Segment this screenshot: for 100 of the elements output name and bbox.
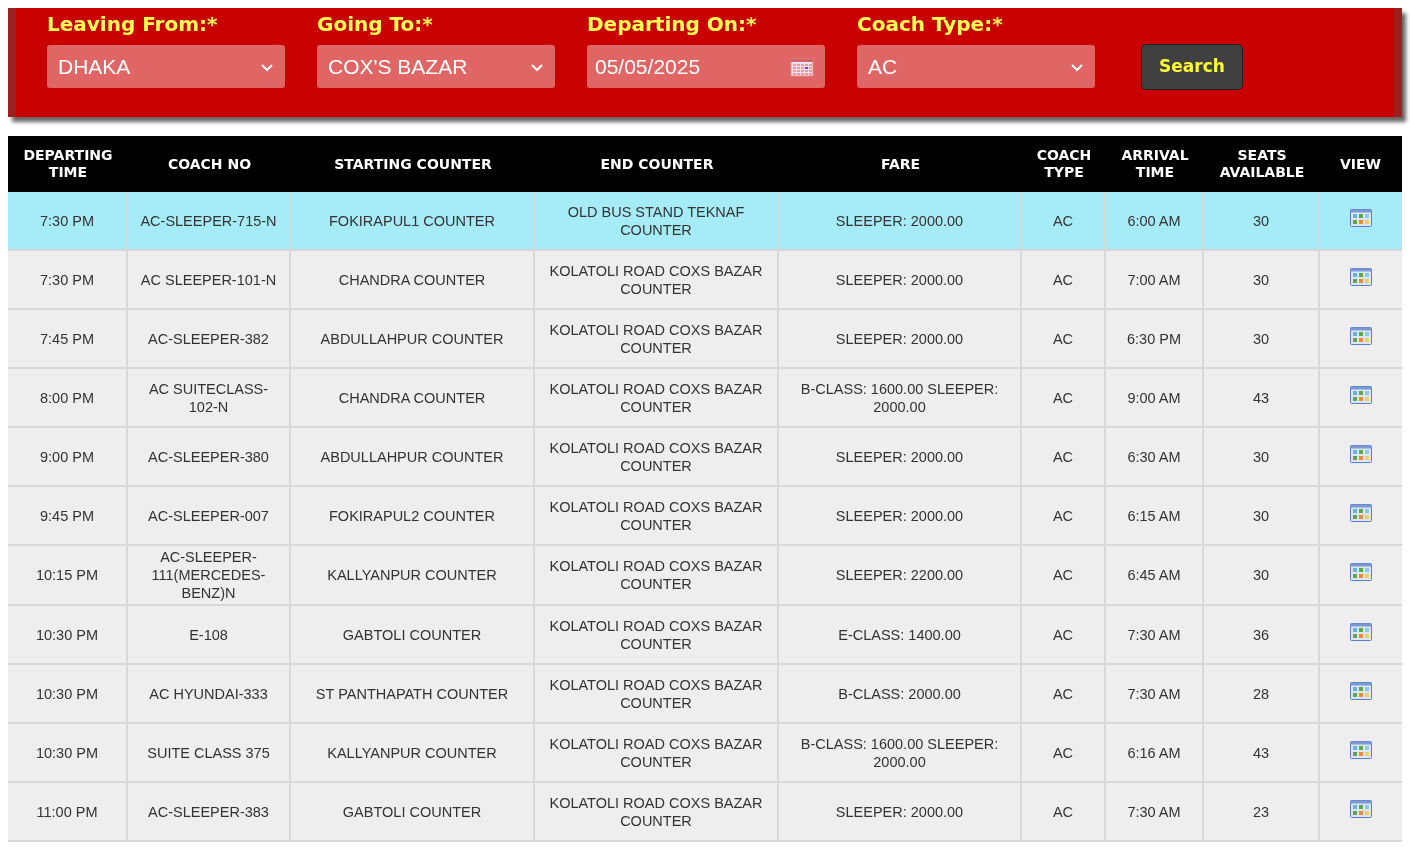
table-cell: 43	[1204, 724, 1320, 781]
table-cell: AC HYUNDAI-333	[128, 665, 291, 722]
table-cell: 6:15 AM	[1106, 487, 1204, 544]
table-cell: SLEEPER: 2200.00	[779, 546, 1022, 604]
table-cell: AC	[1022, 546, 1106, 604]
column-header: COACH TYPE	[1035, 146, 1093, 182]
seat-grid-icon[interactable]	[1349, 327, 1372, 345]
table-cell: AC	[1022, 783, 1106, 840]
column-header: END COUNTER	[599, 154, 715, 174]
table-cell: AC-SLEEPER-111(MERCEDES-BENZ)N	[128, 546, 291, 604]
calendar-icon[interactable]	[790, 56, 814, 77]
column-header: STARTING COUNTER	[333, 154, 493, 174]
table-cell: KOLATOLI ROAD COXS BAZAR COUNTER	[535, 369, 779, 426]
table-cell: 30	[1204, 428, 1320, 485]
table-cell: FOKIRAPUL1 COUNTER	[291, 192, 535, 249]
table-cell: 36	[1204, 606, 1320, 663]
search-button[interactable]: Search	[1141, 44, 1243, 90]
table-cell: AC SLEEPER-101-N	[128, 251, 291, 308]
table-cell: 30	[1204, 546, 1320, 604]
seat-grid-icon[interactable]	[1349, 386, 1372, 404]
table-cell: KALLYANPUR COUNTER	[291, 724, 535, 781]
column-header: SEATS AVAILABLE	[1218, 146, 1306, 182]
table-cell: AC-SLEEPER-007	[128, 487, 291, 544]
seat-grid-icon[interactable]	[1349, 741, 1372, 759]
table-cell: 30	[1204, 310, 1320, 367]
table-cell: 9:00 AM	[1106, 369, 1204, 426]
field-label: Going To:*	[317, 11, 434, 38]
table-cell: 8:00 PM	[8, 369, 128, 426]
table-cell: E-108	[128, 606, 291, 663]
table-row[interactable]: 10:30 PM AC HYUNDAI-333 ST PANTHAPATH COUNTER KOLATOLI ROAD COXS BAZAR COUNTER B-CLASS: 2000.00 AC 7:30 AM 28	[8, 665, 1402, 724]
table-row[interactable]: 7:45 PM AC-SLEEPER-382 ABDULLAHPUR COUNTER KOLATOLI ROAD COXS BAZAR COUNTER SLEEPER: 2000.00 AC 6:30 PM 30	[8, 310, 1402, 369]
table-cell: 30	[1204, 487, 1320, 544]
seat-grid-icon[interactable]	[1349, 800, 1372, 818]
table-row[interactable]: 8:00 PM AC SUITECLASS-102-N CHANDRA COUNTER KOLATOLI ROAD COXS BAZAR COUNTER B-CLASS: 1600.00 SLEEPER: 2000.00 AC 9:00 AM 43	[8, 369, 1402, 428]
field-label: Coach Type:*	[857, 11, 1004, 38]
table-row[interactable]: 10:15 PM AC-SLEEPER-111(MERCEDES-BENZ)N KALLYANPUR COUNTER KOLATOLI ROAD COXS BAZAR COUNTER SLEEPER: 2200.00 AC 6:45 AM 30	[8, 546, 1402, 606]
table-cell: KOLATOLI ROAD COXS BAZAR COUNTER	[535, 665, 779, 722]
table-cell: 7:00 AM	[1106, 251, 1204, 308]
table-row[interactable]: 10:30 PM SUITE CLASS 375 KALLYANPUR COUNTER KOLATOLI ROAD COXS BAZAR COUNTER B-CLASS: 1600.00 SLEEPER: 2000.00 AC 6:16 AM 43	[8, 724, 1402, 783]
table-cell: AC-SLEEPER-715-N	[128, 192, 291, 249]
table-cell: AC-SLEEPER-383	[128, 783, 291, 840]
table-cell: AC	[1022, 310, 1106, 367]
table-row[interactable]: 9:45 PM AC-SLEEPER-007 FOKIRAPUL2 COUNTER KOLATOLI ROAD COXS BAZAR COUNTER SLEEPER: 2000.00 AC 6:15 AM 30	[8, 487, 1402, 546]
column-header: DEPARTING TIME	[22, 146, 114, 182]
seat-grid-icon[interactable]	[1349, 445, 1372, 463]
column-header: FARE	[879, 154, 922, 174]
table-cell: 6:00 AM	[1106, 192, 1204, 249]
table-cell: CHANDRA COUNTER	[291, 369, 535, 426]
table-cell: SLEEPER: 2000.00	[779, 192, 1022, 249]
table-row[interactable]: 11:00 PM AC-SLEEPER-383 GABTOLI COUNTER KOLATOLI ROAD COXS BAZAR COUNTER SLEEPER: 2000.00 AC 7:30 AM 23	[8, 783, 1402, 842]
table-cell: 10:30 PM	[8, 606, 128, 663]
table-cell: ST PANTHAPATH COUNTER	[291, 665, 535, 722]
table-cell: 7:45 PM	[8, 310, 128, 367]
table-cell: KOLATOLI ROAD COXS BAZAR COUNTER	[535, 783, 779, 840]
table-cell: AC	[1022, 606, 1106, 663]
table-cell: 30	[1204, 251, 1320, 308]
table-cell: SLEEPER: 2000.00	[779, 310, 1022, 367]
table-row[interactable]: 9:00 PM AC-SLEEPER-380 ABDULLAHPUR COUNTER KOLATOLI ROAD COXS BAZAR COUNTER SLEEPER: 2000.00 AC 6:30 AM 30	[8, 428, 1402, 487]
column-header: COACH NO	[166, 154, 253, 174]
table-cell: SLEEPER: 2000.00	[779, 783, 1022, 840]
seat-grid-icon[interactable]	[1349, 209, 1372, 227]
table-cell: KALLYANPUR COUNTER	[291, 546, 535, 604]
table-cell: AC SUITECLASS-102-N	[128, 369, 291, 426]
table-cell: SUITE CLASS 375	[128, 724, 291, 781]
field-label: Departing On:*	[587, 11, 758, 38]
table-cell: 10:30 PM	[8, 724, 128, 781]
table-cell: 10:30 PM	[8, 665, 128, 722]
seat-grid-icon[interactable]	[1349, 268, 1372, 286]
table-cell: ABDULLAHPUR COUNTER	[291, 428, 535, 485]
table-cell: AC	[1022, 487, 1106, 544]
table-cell: AC	[1022, 428, 1106, 485]
table-cell: E-CLASS: 1400.00	[779, 606, 1022, 663]
table-cell: KOLATOLI ROAD COXS BAZAR COUNTER	[535, 546, 779, 604]
table-cell: 7:30 PM	[8, 192, 128, 249]
seat-grid-icon[interactable]	[1349, 682, 1372, 700]
table-cell: 6:16 AM	[1106, 724, 1204, 781]
table-cell: GABTOLI COUNTER	[291, 783, 535, 840]
table-cell: 7:30 AM	[1106, 783, 1204, 840]
seat-grid-icon[interactable]	[1349, 623, 1372, 641]
field-label: Leaving From:*	[47, 11, 219, 38]
seat-grid-icon[interactable]	[1349, 563, 1372, 581]
table-cell: AC	[1022, 251, 1106, 308]
table-cell: AC	[1022, 369, 1106, 426]
table-cell: AC	[1022, 724, 1106, 781]
table-cell: KOLATOLI ROAD COXS BAZAR COUNTER	[535, 487, 779, 544]
table-cell: KOLATOLI ROAD COXS BAZAR COUNTER	[535, 251, 779, 308]
table-cell: 30	[1204, 192, 1320, 249]
table-cell: 7:30 AM	[1106, 606, 1204, 663]
table-cell: B-CLASS: 2000.00	[779, 665, 1022, 722]
seat-grid-icon[interactable]	[1349, 504, 1372, 522]
table-row[interactable]: 7:30 PM AC SLEEPER-101-N CHANDRA COUNTER KOLATOLI ROAD COXS BAZAR COUNTER SLEEPER: 2000.00 AC 7:00 AM 30	[8, 251, 1402, 310]
table-cell: 6:45 AM	[1106, 546, 1204, 604]
table-cell: SLEEPER: 2000.00	[779, 487, 1022, 544]
table-cell: GABTOLI COUNTER	[291, 606, 535, 663]
table-cell: 7:30 PM	[8, 251, 128, 308]
table-row[interactable]: 10:30 PM E-108 GABTOLI COUNTER KOLATOLI ROAD COXS BAZAR COUNTER E-CLASS: 1400.00 AC 7:30 AM 36	[8, 606, 1402, 665]
table-cell: B-CLASS: 1600.00 SLEEPER: 2000.00	[779, 369, 1022, 426]
table-row[interactable]: 7:30 PM AC-SLEEPER-715-N FOKIRAPUL1 COUNTER OLD BUS STAND TEKNAF COUNTER SLEEPER: 2000.00 AC 6:00 AM 30	[8, 192, 1402, 251]
table-cell: OLD BUS STAND TEKNAF COUNTER	[535, 192, 779, 249]
table-cell: 9:00 PM	[8, 428, 128, 485]
